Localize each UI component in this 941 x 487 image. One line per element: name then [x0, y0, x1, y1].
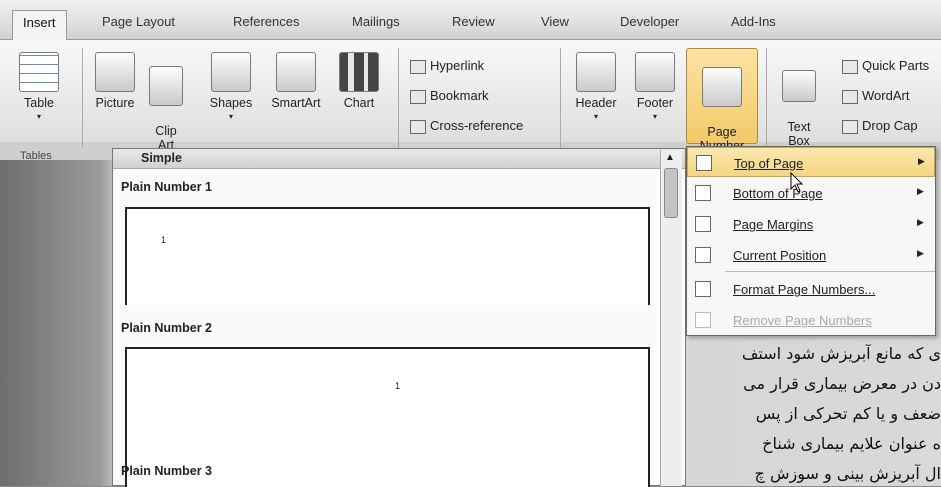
group-divider: [398, 48, 399, 148]
drop-cap-button[interactable]: Drop Cap: [842, 118, 918, 134]
table-button[interactable]: Table ▾: [14, 52, 64, 124]
drop-cap-label: Drop Cap: [862, 118, 918, 133]
wordart-button[interactable]: WordArt: [842, 88, 909, 104]
shapes-label: Shapes: [209, 96, 253, 110]
cross-reference-button[interactable]: Cross-reference: [410, 118, 523, 134]
wordart-label: WordArt: [862, 88, 910, 103]
chevron-down-icon: ▾: [593, 112, 598, 121]
chart-button[interactable]: Chart: [334, 52, 384, 110]
tab-references[interactable]: References: [233, 14, 299, 29]
document-line: ی که مانع آبریزش شود استف: [741, 344, 941, 363]
tab-page-layout[interactable]: Page Layout: [102, 14, 175, 29]
hyperlink-icon: [410, 59, 426, 74]
bookmark-icon: [410, 89, 426, 104]
menu-item-remove-page-numbers: Remove Page Numbers: [687, 305, 935, 335]
group-divider: [560, 48, 561, 148]
menu-item-bottom-of-page[interactable]: Bottom of Page ▶: [687, 178, 935, 208]
bookmark-button[interactable]: Bookmark: [410, 88, 489, 104]
header-icon: [576, 52, 616, 92]
header-label: Header: [575, 96, 617, 110]
header-button[interactable]: Header ▾: [566, 52, 626, 124]
picture-button[interactable]: Picture: [92, 52, 138, 110]
top-of-page-icon: [696, 155, 712, 171]
page-number-gallery: Simple Plain Number 1 1 Plain Number 2 1…: [112, 148, 686, 487]
group-divider: [82, 48, 83, 148]
quick-parts-icon: [842, 59, 858, 74]
footer-label: Footer: [636, 96, 674, 110]
quick-parts-label: Quick Parts: [862, 58, 930, 73]
scroll-thumb[interactable]: [664, 168, 678, 218]
footer-button[interactable]: Footer ▾: [628, 52, 682, 124]
footer-icon: [635, 52, 675, 92]
tab-review[interactable]: Review: [452, 14, 495, 29]
tab-add-ins[interactable]: Add-Ins: [731, 14, 776, 29]
menu-item-top-of-page[interactable]: Top of Page ▶: [687, 147, 935, 177]
hyperlink-label: Hyperlink: [430, 58, 485, 73]
ribbon-tab-bar: Insert Page Layout References Mailings R…: [0, 0, 941, 40]
menu-item-format-page-numbers[interactable]: Format Page Numbers...: [687, 274, 935, 304]
submenu-arrow-icon: ▶: [917, 186, 924, 196]
menu-item-current-position[interactable]: Current Position ▶: [687, 240, 935, 270]
shapes-button[interactable]: Shapes ▾: [202, 52, 260, 124]
wordart-icon: [842, 89, 858, 104]
menu-separator: [725, 271, 935, 272]
scroll-up-icon[interactable]: ▲: [665, 152, 675, 163]
group-divider: [766, 48, 767, 148]
remove-page-numbers-icon: [695, 312, 711, 328]
bookmark-label: Bookmark: [430, 88, 489, 103]
document-line: ال آبریزش بینی و سوزش چ: [754, 464, 941, 483]
smartart-icon: [276, 52, 316, 92]
chart-icon: [339, 52, 379, 92]
text-box-icon: [782, 70, 816, 102]
page-number-icon: [702, 67, 742, 107]
quick-parts-button[interactable]: Quick Parts: [842, 58, 929, 74]
page-number-mark: 1: [161, 235, 167, 245]
bottom-of-page-icon: [695, 185, 711, 201]
picture-icon: [95, 52, 135, 92]
plain-number-1-preview[interactable]: 1: [125, 207, 650, 305]
gallery-item-label: Plain Number 1: [121, 180, 212, 194]
chevron-down-icon: ▾: [652, 112, 657, 121]
gallery-item-label: Plain Number 3: [121, 464, 212, 478]
tab-developer[interactable]: Developer: [620, 14, 679, 29]
cross-reference-icon: [410, 119, 426, 134]
mouse-cursor-icon: [790, 172, 804, 193]
cross-reference-label: Cross-reference: [430, 118, 524, 133]
smartart-label: SmartArt: [271, 96, 321, 110]
current-position-icon: [695, 247, 711, 263]
page-number-button[interactable]: Page Number: [686, 48, 758, 153]
table-icon: [19, 52, 59, 92]
document-line: ضعف و یا کم تحرکی از پس: [755, 404, 941, 423]
page-margins-icon: [695, 216, 711, 232]
table-label: Table: [24, 96, 54, 110]
clip-art-icon: [149, 66, 183, 106]
gallery-scrollbar[interactable]: ▲: [660, 150, 682, 486]
document-line: ه عنوان علایم بیماری شناخ: [762, 434, 941, 453]
submenu-arrow-icon: ▶: [917, 217, 924, 227]
page-number-menu: Top of Page ▶ Bottom of Page ▶ Page Marg…: [686, 146, 936, 336]
gallery-section-header: Simple: [113, 149, 685, 169]
gallery-item-label: Plain Number 2: [121, 321, 212, 335]
submenu-arrow-icon: ▶: [918, 156, 925, 166]
chart-label: Chart: [343, 96, 375, 110]
shapes-icon: [211, 52, 251, 92]
tab-insert[interactable]: Insert: [12, 10, 67, 40]
chevron-down-icon: ▾: [228, 112, 233, 121]
picture-label: Picture: [95, 96, 135, 110]
smartart-button[interactable]: SmartArt: [262, 52, 330, 110]
drop-cap-icon: [842, 119, 858, 134]
format-page-numbers-icon: [695, 281, 711, 297]
tab-view[interactable]: View: [541, 14, 569, 29]
submenu-arrow-icon: ▶: [917, 248, 924, 258]
menu-item-page-margins[interactable]: Page Margins ▶: [687, 209, 935, 239]
document-line: دن در معرض بیماری قرار می: [743, 374, 941, 393]
chevron-down-icon: ▾: [36, 112, 41, 121]
text-box-label: Text Box: [787, 120, 811, 148]
hyperlink-button[interactable]: Hyperlink: [410, 58, 484, 74]
page-number-mark: 1: [395, 381, 401, 391]
tab-mailings[interactable]: Mailings: [352, 14, 400, 29]
